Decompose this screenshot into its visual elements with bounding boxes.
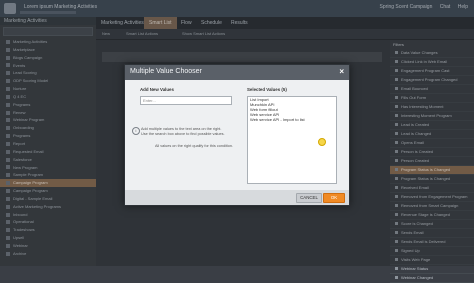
- dialog-body: Add New Values Enter... i Add multiple v…: [125, 80, 349, 190]
- filter-item[interactable]: Webinar Changed: [390, 274, 474, 283]
- mouse-cursor-highlight: [318, 138, 326, 146]
- dialog-titlebar: Multiple Value Chooser ×: [125, 65, 349, 80]
- add-values-hint: Add multiple values to the text area on …: [141, 127, 225, 136]
- cancel-button[interactable]: CANCEL: [296, 193, 322, 203]
- ok-button[interactable]: OK: [323, 193, 345, 203]
- add-values-placeholder: Enter...: [143, 98, 156, 103]
- selected-value: Web service API - Import to list: [250, 117, 305, 122]
- dialog-title: Multiple Value Chooser: [130, 68, 202, 75]
- filter-item-label: Webinar Status: [401, 266, 429, 271]
- filter-item[interactable]: Webinar Status: [390, 265, 474, 274]
- filter-item-label: Webinar Changed: [401, 275, 434, 280]
- filter-icon: [395, 267, 398, 271]
- multiple-value-chooser-dialog: Multiple Value Chooser × Add New Values …: [124, 64, 350, 206]
- add-values-label: Add New Values: [140, 87, 174, 92]
- add-values-hint-2: All values on the right qualify for this…: [155, 144, 234, 148]
- close-icon[interactable]: ×: [339, 67, 344, 76]
- selected-values-label: Selected Values (5): [247, 87, 287, 92]
- dialog-footer: CANCEL OK: [125, 190, 349, 205]
- add-values-input[interactable]: Enter...: [140, 96, 232, 105]
- info-icon: i: [132, 127, 140, 135]
- filter-icon: [395, 276, 398, 280]
